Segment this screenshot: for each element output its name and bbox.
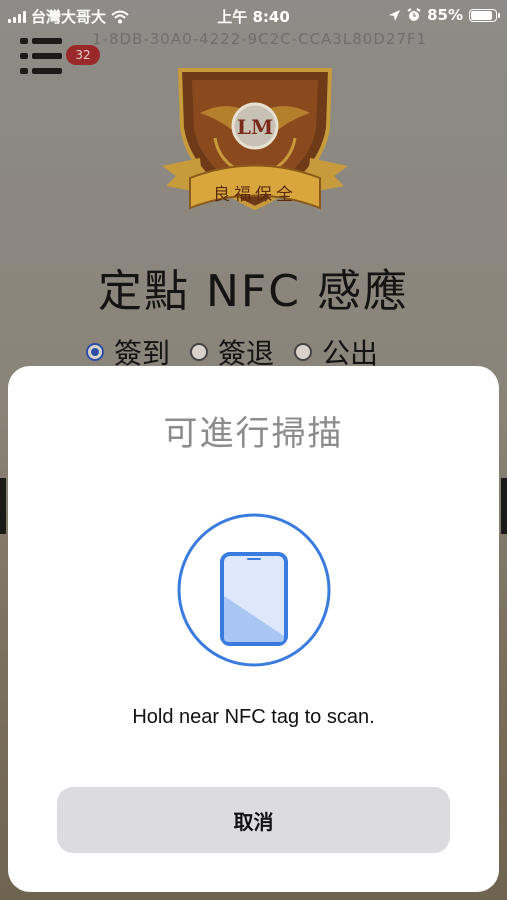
nfc-scan-sheet: 可進行掃描 Hold near NFC tag to scan. 取消	[8, 366, 499, 892]
radio-button[interactable]	[190, 343, 209, 361]
battery-percent: 85%	[427, 6, 463, 24]
phone-scan-icon	[177, 513, 331, 667]
status-bar: 台灣大哥大 上午 8:40 85%	[0, 0, 507, 30]
company-logo: LM 良福保全	[162, 68, 348, 211]
scan-instruction: Hold near NFC tag to scan.	[132, 706, 375, 728]
battery-icon	[469, 8, 500, 22]
cancel-button[interactable]: 取消	[57, 787, 450, 853]
background-edge-right	[501, 478, 507, 534]
alarm-icon	[407, 8, 421, 21]
background-edge-left	[0, 478, 6, 534]
status-right: 85%	[388, 6, 500, 24]
logo-text: 良福保全	[213, 185, 297, 205]
radio-button[interactable]	[294, 343, 313, 361]
sheet-title: 可進行掃描	[163, 414, 344, 454]
page-title: 定點 NFC 感應	[98, 266, 409, 317]
notification-badge: 32	[66, 45, 100, 65]
radio-button-selected[interactable]	[86, 343, 104, 361]
logo-monogram: LM	[237, 115, 273, 139]
device-id: 1-8DB-30A0-4222-9C2C-CCA3L80D27F1	[92, 30, 428, 48]
location-icon	[389, 9, 401, 21]
menu-icon[interactable]	[20, 36, 64, 76]
